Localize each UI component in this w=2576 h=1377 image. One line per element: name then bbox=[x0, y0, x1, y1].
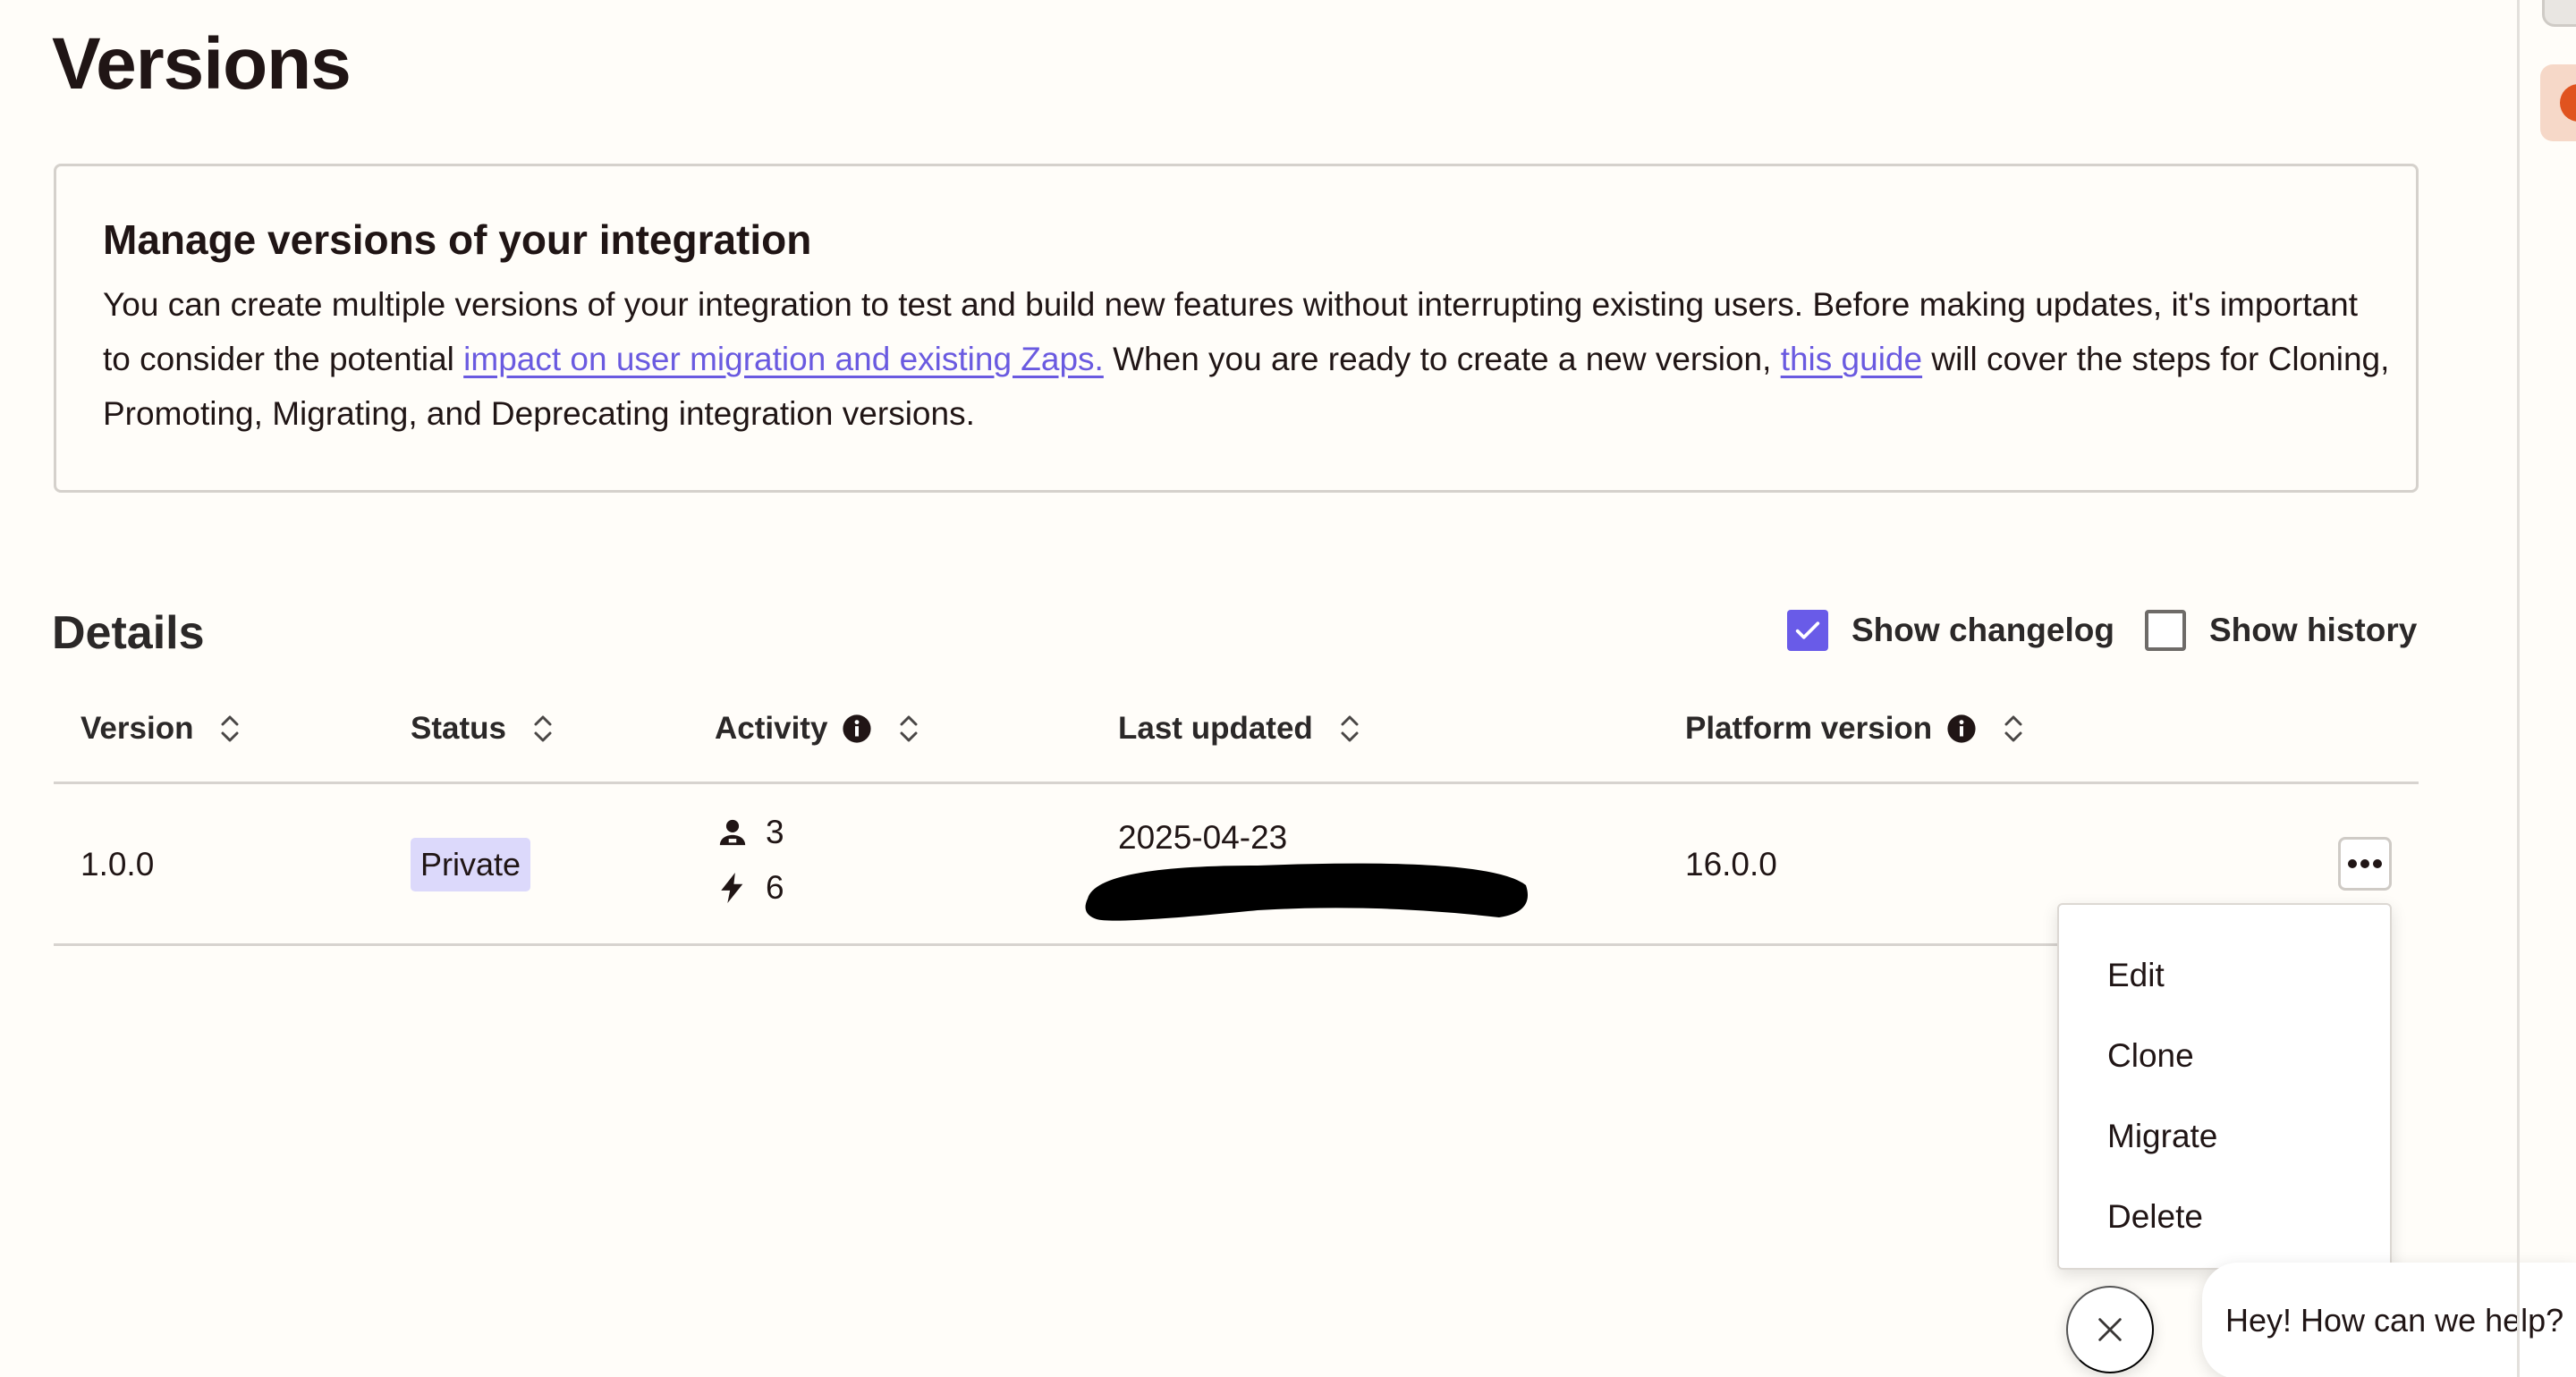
column-header-platform-version[interactable]: Platform version bbox=[1685, 706, 2025, 751]
info-card: Manage versions of your integration You … bbox=[54, 164, 2419, 493]
checkbox-checked-icon[interactable] bbox=[1787, 610, 1828, 651]
menu-item-edit[interactable]: Edit bbox=[2059, 944, 2390, 1025]
details-title: Details bbox=[52, 607, 205, 659]
version-cell: 1.0.0 bbox=[80, 846, 155, 883]
show-changelog-toggle[interactable]: Show changelog bbox=[1787, 610, 2114, 651]
last-updated-date: 2025-04-23 bbox=[1118, 819, 1288, 856]
close-icon bbox=[2098, 1318, 2122, 1341]
user-icon bbox=[719, 819, 746, 846]
activity-users: 3 bbox=[717, 814, 784, 851]
menu-item-migrate[interactable]: Migrate bbox=[2059, 1105, 2390, 1186]
sort-icon bbox=[1341, 715, 1359, 742]
table-row-divider bbox=[54, 943, 2057, 946]
sort-icon bbox=[221, 715, 239, 742]
info-icon[interactable] bbox=[842, 714, 872, 744]
status-badge: Private bbox=[411, 838, 531, 891]
rail-button[interactable] bbox=[2542, 0, 2576, 27]
info-card-body: You can create multiple versions of your… bbox=[103, 277, 2393, 441]
migration-impact-link[interactable]: impact on user migration and existing Za… bbox=[463, 341, 1104, 377]
sort-icon bbox=[534, 715, 552, 742]
actions-dropdown-menu: Edit Clone Migrate Delete bbox=[2057, 903, 2392, 1270]
rail-app-button[interactable] bbox=[2540, 64, 2576, 141]
sort-icon bbox=[2004, 715, 2022, 742]
chat-greeting-bubble[interactable]: Hey! How can we help? bbox=[2202, 1263, 2576, 1377]
show-history-toggle[interactable]: Show history bbox=[2145, 610, 2417, 651]
info-text-2: When you are ready to create a new versi… bbox=[1103, 341, 1781, 377]
more-actions-button[interactable] bbox=[2338, 837, 2392, 891]
right-rail-divider bbox=[2517, 0, 2520, 1377]
show-history-label: Show history bbox=[2209, 612, 2418, 648]
sort-icon bbox=[900, 715, 918, 742]
page-title: Versions bbox=[52, 23, 352, 105]
info-card-title: Manage versions of your integration bbox=[103, 216, 812, 263]
info-icon[interactable] bbox=[1946, 714, 1977, 744]
column-header-version[interactable]: Version bbox=[80, 706, 242, 751]
guide-link[interactable]: this guide bbox=[1781, 341, 1922, 377]
show-changelog-label: Show changelog bbox=[1852, 612, 2114, 648]
redaction-mark bbox=[1085, 863, 1528, 921]
chat-close-button[interactable] bbox=[2066, 1286, 2154, 1373]
menu-item-clone[interactable]: Clone bbox=[2059, 1025, 2390, 1105]
column-header-activity[interactable]: Activity bbox=[715, 706, 920, 751]
column-header-last-updated[interactable]: Last updated bbox=[1118, 706, 1361, 751]
platform-version-cell: 16.0.0 bbox=[1685, 846, 1777, 883]
app-logo-icon bbox=[2560, 84, 2576, 122]
activity-zaps: 6 bbox=[717, 869, 784, 907]
lightning-bolt-icon bbox=[721, 873, 743, 903]
table-header-divider bbox=[54, 781, 2419, 784]
checkbox-unchecked-icon[interactable] bbox=[2145, 610, 2186, 651]
ellipsis-icon bbox=[2348, 859, 2382, 868]
versions-page: Versions Manage versions of your integra… bbox=[0, 0, 2576, 1377]
menu-item-delete[interactable]: Delete bbox=[2059, 1186, 2390, 1266]
column-header-status[interactable]: Status bbox=[411, 706, 555, 751]
